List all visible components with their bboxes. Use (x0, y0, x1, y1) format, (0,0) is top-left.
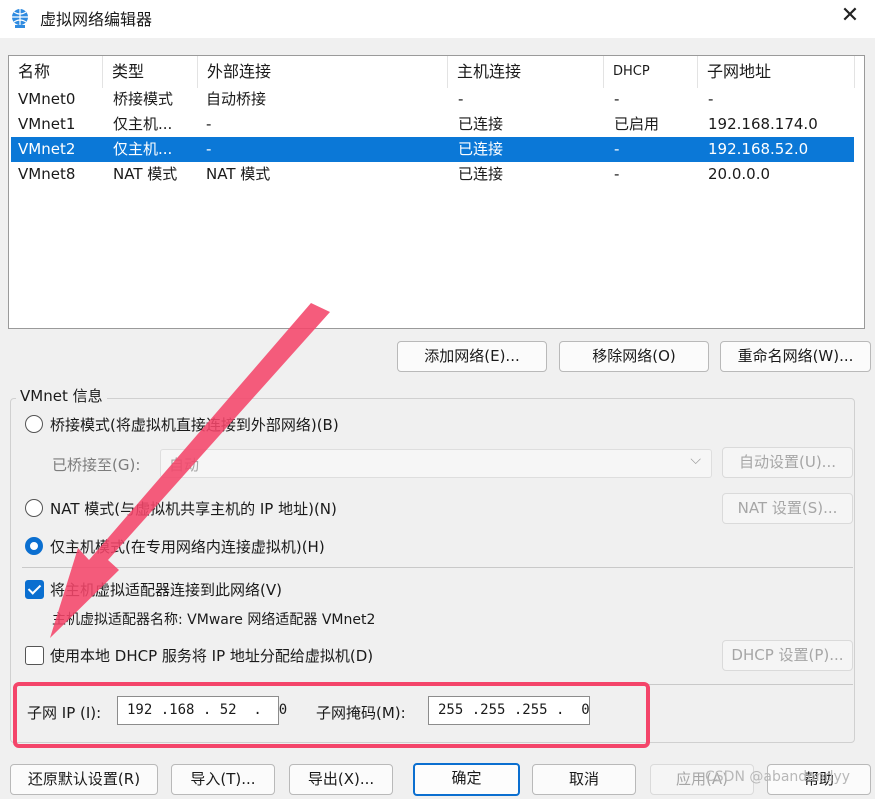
dhcp-label[interactable]: 使用本地 DHCP 服务将 IP 地址分配给虚拟机(D) (50, 645, 373, 666)
close-icon[interactable]: ✕ (833, 2, 867, 32)
cell-host: 已连接 (458, 115, 504, 133)
table-row[interactable]: VMnet8 NAT 模式 NAT 模式 已连接 - 20.0.0.0 (11, 162, 854, 187)
bridged-mode-radio[interactable] (25, 415, 43, 433)
cell-host: 已连接 (458, 165, 504, 183)
cell-external: - (206, 115, 212, 133)
column-header-name[interactable]: 名称 (9, 56, 102, 88)
column-header-dhcp[interactable]: DHCP (603, 56, 697, 88)
chevron-down-icon: ⌵ (690, 452, 701, 468)
connect-adapter-label[interactable]: 将主机虚拟适配器连接到此网络(V) (50, 579, 282, 600)
dhcp-settings-button[interactable]: DHCP 设置(P)... (722, 640, 853, 671)
cell-external: NAT 模式 (206, 165, 271, 183)
auto-settings-button[interactable]: 自动设置(U)... (722, 447, 853, 478)
cell-type: 仅主机... (113, 115, 173, 133)
remove-network-button[interactable]: 移除网络(O) (559, 341, 709, 372)
title-bar: 虚拟网络编辑器 ✕ (0, 0, 875, 38)
cell-dhcp: 已启用 (614, 115, 660, 133)
adapter-name-label: 主机虚拟适配器名称: VMware 网络适配器 VMnet2 (52, 612, 376, 628)
column-header-filler (854, 56, 864, 88)
cell-name: VMnet0 (18, 90, 76, 108)
bridged-to-label: 已桥接至(G): (52, 456, 141, 474)
restore-defaults-button[interactable]: 还原默认设置(R) (10, 764, 158, 795)
cell-host: - (458, 90, 464, 108)
network-list[interactable]: 名称 类型 外部连接 主机连接 DHCP 子网地址 VMnet0 桥接模式 自动… (8, 55, 865, 329)
add-network-button[interactable]: 添加网络(E)... (397, 341, 547, 372)
cell-host: 已连接 (458, 140, 504, 158)
table-row[interactable]: VMnet1 仅主机... - 已连接 已启用 192.168.174.0 (11, 112, 854, 137)
list-header: 名称 类型 外部连接 主机连接 DHCP 子网地址 (9, 56, 864, 88)
column-header-external[interactable]: 外部连接 (197, 56, 447, 88)
cell-subnet: 20.0.0.0 (708, 165, 771, 183)
cell-external: 自动桥接 (206, 90, 267, 108)
table-row-selected[interactable]: VMnet2 仅主机... - 已连接 - 192.168.52.0 (11, 137, 854, 162)
subnet-mask-label: 子网掩码(M): (316, 704, 406, 722)
window-title: 虚拟网络编辑器 (40, 10, 153, 29)
vmnet-info-label: VMnet 信息 (16, 385, 107, 406)
host-only-mode-radio[interactable] (25, 537, 43, 555)
divider (22, 684, 853, 685)
export-button[interactable]: 导出(X)... (289, 764, 393, 795)
rename-network-button[interactable]: 重命名网络(W)... (720, 341, 871, 372)
cell-subnet: 192.168.174.0 (708, 115, 818, 133)
cell-type: 桥接模式 (113, 90, 174, 108)
nat-mode-label[interactable]: NAT 模式(与虚拟机共享主机的 IP 地址)(N) (50, 498, 337, 519)
column-header-subnet[interactable]: 子网地址 (697, 56, 854, 88)
cell-dhcp: - (614, 165, 620, 183)
cell-external: - (206, 140, 212, 158)
column-header-type[interactable]: 类型 (102, 56, 197, 88)
cell-subnet: 192.168.52.0 (708, 140, 809, 158)
table-row[interactable]: VMnet0 桥接模式 自动桥接 - - - (11, 87, 854, 112)
column-header-host[interactable]: 主机连接 (447, 56, 603, 88)
cell-name: VMnet1 (18, 115, 76, 133)
cell-type: NAT 模式 (113, 165, 178, 183)
cell-dhcp: - (614, 140, 620, 158)
nat-settings-button[interactable]: NAT 设置(S)... (722, 493, 853, 524)
connect-adapter-checkbox[interactable] (25, 580, 44, 599)
nat-mode-radio[interactable] (25, 499, 43, 517)
ok-button[interactable]: 确定 (413, 763, 520, 796)
subnet-ip-label: 子网 IP (I): (27, 704, 102, 722)
bridged-to-select[interactable]: 自动 ⌵ (160, 449, 712, 478)
watermark: CSDN @abandondyy (705, 769, 851, 785)
cell-name: VMnet8 (18, 165, 76, 183)
cell-dhcp: - (614, 90, 620, 108)
cancel-button[interactable]: 取消 (532, 764, 636, 795)
divider (22, 567, 853, 568)
cell-subnet: - (708, 90, 714, 108)
bridged-mode-label[interactable]: 桥接模式(将虚拟机直接连接到外部网络)(B) (50, 414, 339, 435)
host-only-mode-label[interactable]: 仅主机模式(在专用网络内连接虚拟机)(H) (50, 536, 325, 557)
bridged-to-value: 自动 (169, 456, 200, 474)
subnet-ip-input[interactable]: 192 .168 . 52 . 0 (117, 696, 287, 725)
cell-name: VMnet2 (18, 140, 76, 158)
subnet-mask-input[interactable]: 255 .255 .255 . 0 (428, 696, 590, 725)
cell-type: 仅主机... (113, 140, 173, 158)
network-globe-icon (12, 9, 28, 28)
dhcp-checkbox[interactable] (25, 646, 44, 665)
import-button[interactable]: 导入(T)... (171, 764, 275, 795)
